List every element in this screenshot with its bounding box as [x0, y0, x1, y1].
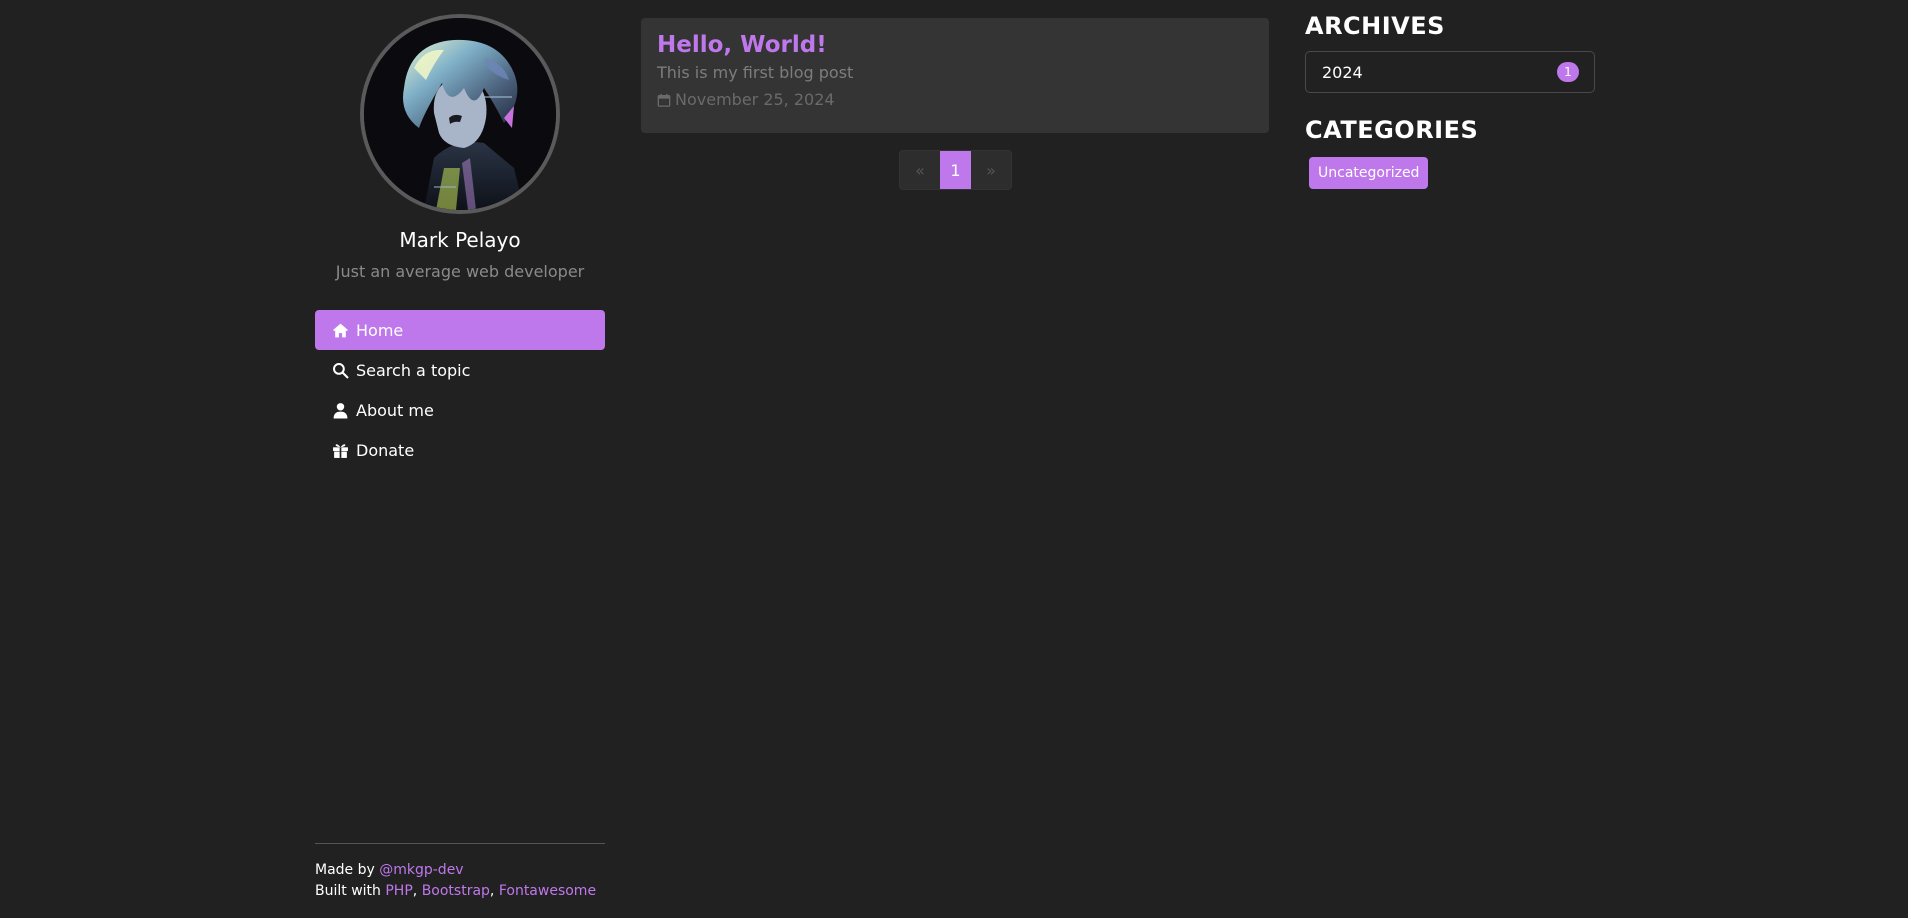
- post-date-text: November 25, 2024: [675, 90, 835, 109]
- author-link[interactable]: @mkgp-dev: [379, 862, 463, 878]
- page-1-button[interactable]: 1: [940, 151, 971, 189]
- prev-page-button[interactable]: «: [900, 151, 940, 189]
- tech-separator: ,: [412, 883, 422, 899]
- profile-sidebar: Mark Pelayo Just an average web develope…: [315, 0, 605, 918]
- post-card[interactable]: Hello, World! This is my first blog post…: [641, 18, 1269, 133]
- pagination: « 1 »: [899, 150, 1012, 190]
- made-by-line: Made by @mkgp-dev: [315, 860, 605, 881]
- built-with-line: Built with PHP, Bootstrap, Fontawesome: [315, 881, 605, 902]
- home-icon: [331, 321, 349, 339]
- nav-item-search[interactable]: Search a topic: [315, 350, 605, 390]
- nav-item-home[interactable]: Home: [315, 310, 605, 350]
- gift-icon: [331, 441, 349, 459]
- search-icon: [331, 361, 349, 379]
- nav-item-label: Donate: [356, 440, 415, 460]
- post-subtitle: This is my first blog post: [657, 63, 854, 82]
- calendar-icon: [657, 93, 672, 108]
- page: Mark Pelayo Just an average web develope…: [0, 0, 1908, 918]
- archive-count-badge: 1: [1557, 62, 1579, 82]
- profile-name: Mark Pelayo: [399, 228, 521, 252]
- category-tag-uncategorized[interactable]: Uncategorized: [1309, 157, 1429, 189]
- categories-title: CATEGORIES: [1305, 116, 1479, 144]
- user-icon: [331, 401, 349, 419]
- nav-item-label: Home: [356, 320, 404, 340]
- post-date: November 25, 2024: [657, 90, 1253, 110]
- sidebar-footer: Made by @mkgp-dev Built with PHP, Bootst…: [315, 860, 605, 902]
- post-title[interactable]: Hello, World!: [657, 30, 1253, 60]
- archives-title: ARCHIVES: [1305, 12, 1445, 40]
- next-page-button[interactable]: »: [971, 151, 1011, 189]
- php-link[interactable]: PHP: [385, 883, 412, 899]
- profile-tagline: Just an average web developer: [335, 262, 585, 281]
- avatar: [360, 14, 560, 214]
- avatar-illustration: [364, 18, 556, 210]
- nav-item-label: Search a topic: [356, 360, 471, 380]
- built-with-prefix: Built with: [315, 883, 386, 899]
- tech-separator: ,: [489, 883, 499, 899]
- archive-year: 2024: [1322, 62, 1363, 82]
- bootstrap-link[interactable]: Bootstrap: [422, 883, 490, 899]
- footer-divider: [315, 843, 605, 844]
- nav-item-donate[interactable]: Donate: [315, 430, 605, 470]
- main-nav: Home Search a topic About me Donate: [315, 310, 605, 470]
- fontawesome-link[interactable]: Fontawesome: [499, 883, 596, 899]
- made-by-prefix: Made by: [315, 862, 380, 878]
- nav-item-about[interactable]: About me: [315, 390, 605, 430]
- archive-item-2024[interactable]: 2024 1: [1305, 51, 1595, 93]
- nav-item-label: About me: [356, 400, 434, 420]
